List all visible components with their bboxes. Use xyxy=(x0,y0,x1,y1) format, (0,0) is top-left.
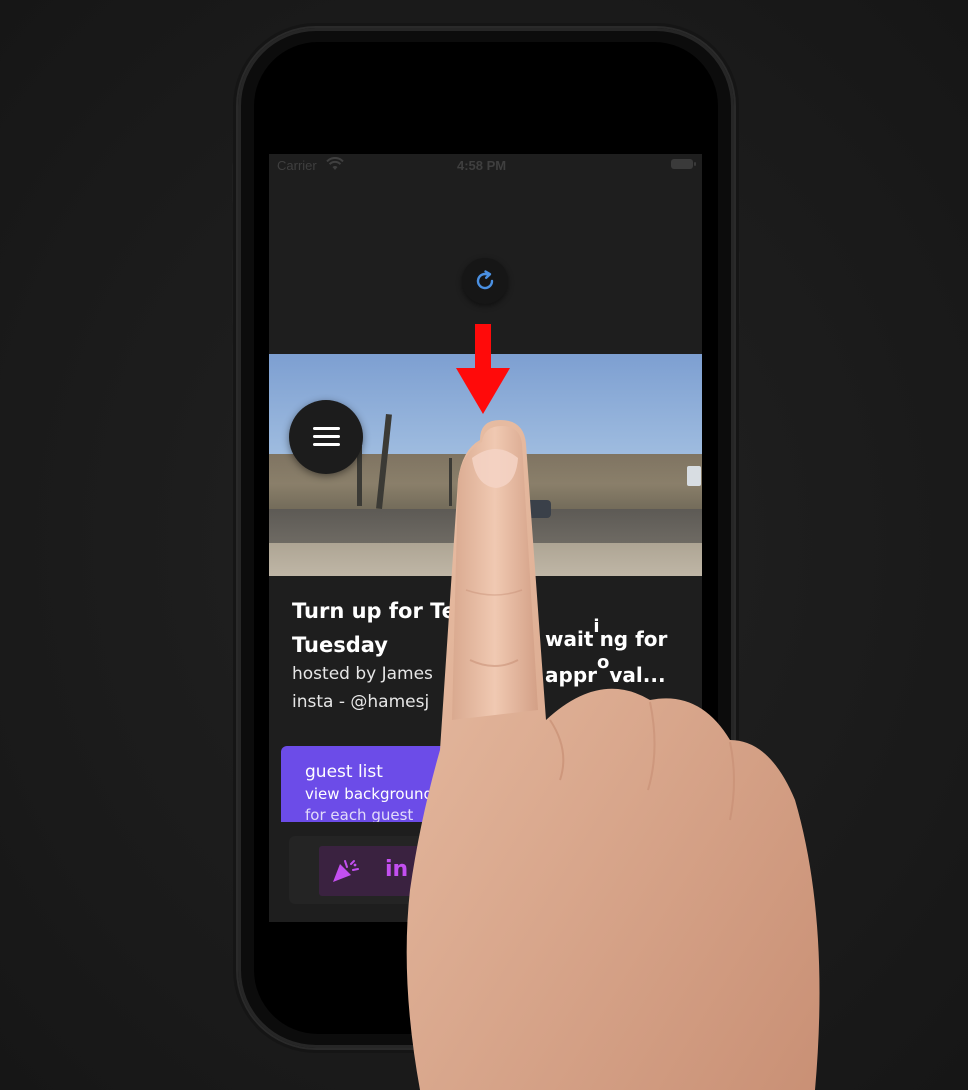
battery-icon xyxy=(671,159,696,169)
carrier-label: Carrier xyxy=(277,158,317,173)
hamburger-menu-icon xyxy=(313,427,340,430)
finger-gesture-overlay xyxy=(406,420,820,1090)
wifi-icon xyxy=(326,157,344,170)
refresh-icon xyxy=(476,270,494,290)
menu-button[interactable] xyxy=(289,400,363,474)
status-bar: Carrier 4:58 PM xyxy=(269,154,702,176)
down-arrow-icon xyxy=(456,324,510,414)
pull-to-refresh-spinner xyxy=(462,258,508,304)
party-popper-icon xyxy=(333,860,359,882)
status-time: 4:58 PM xyxy=(457,158,507,173)
